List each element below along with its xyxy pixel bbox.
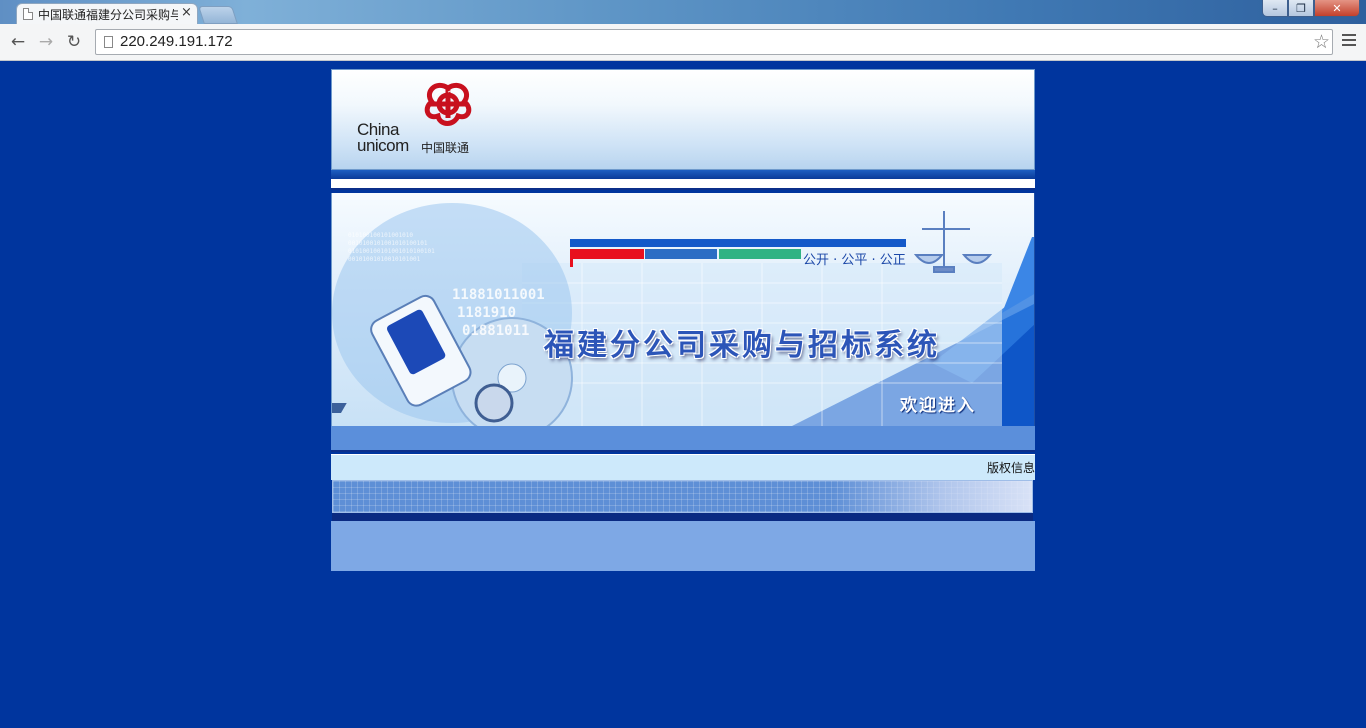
back-icon[interactable]: ← <box>8 32 28 52</box>
restore-button[interactable]: ❐ <box>1288 0 1314 17</box>
browser-menu-icon[interactable] <box>1342 34 1356 49</box>
browser-toolbar: ← → ↻ 220.249.191.172 ☆ <box>0 24 1366 61</box>
url-text[interactable]: 220.249.191.172 <box>120 33 233 50</box>
browser-tab-active[interactable]: 中国联通福建分公司采购与招标系统 × <box>16 3 198 24</box>
copyright-text: 版权信息 <box>986 461 1035 475</box>
new-tab-button[interactable] <box>198 6 238 24</box>
welcome-banner[interactable]: 010100100101001010 001010010100101010010… <box>331 193 1035 426</box>
tab-close-icon[interactable]: × <box>181 5 192 20</box>
reload-icon[interactable]: ↻ <box>64 32 84 52</box>
svg-text:11881011001: 11881011001 <box>452 287 545 303</box>
svg-text:010100100101001010100101: 010100100101001010100101 <box>348 248 435 255</box>
window-controls: – ❐ ✕ <box>1262 0 1360 18</box>
page-icon <box>23 8 33 20</box>
tab-title: 中国联通福建分公司采购与招标系统 <box>38 8 178 22</box>
logo-text-chinese: 中国联通 <box>421 141 470 155</box>
svg-text:1181910: 1181910 <box>457 305 516 321</box>
enter-link[interactable]: 欢迎进入 <box>900 391 976 416</box>
footer-pattern <box>332 480 1033 513</box>
bookmark-star-icon[interactable]: ☆ <box>1313 31 1330 53</box>
window-titlebar: 中国联通福建分公司采购与招标系统 × – ❐ ✕ <box>0 0 1366 24</box>
banner-slogan: 公开 · 公平 · 公正 <box>803 253 906 268</box>
svg-text:01881011: 01881011 <box>462 323 529 339</box>
svg-text:00101001010010101001: 00101001010010101001 <box>348 256 421 263</box>
footer-divider-band <box>332 513 1033 521</box>
banner-bottom-band <box>331 426 1035 452</box>
portal-page: China unicom 中国联通 010100100101001010 001… <box>331 69 1035 571</box>
minimize-button[interactable]: – <box>1262 0 1288 17</box>
logo-text-unicom: unicom <box>357 136 409 155</box>
svg-text:0010100101001010100101: 0010100101001010100101 <box>348 240 428 247</box>
header-spacer-band <box>331 179 1035 190</box>
header-divider-band <box>331 170 1035 179</box>
forward-icon[interactable]: → <box>36 32 56 52</box>
close-window-button[interactable]: ✕ <box>1314 0 1360 17</box>
copyright-bar: 版权信息 <box>331 454 1035 480</box>
unicom-knot-logo-icon <box>424 82 472 126</box>
svg-text:010100100101001010: 010100100101001010 <box>348 232 413 239</box>
banner-title: 福建分公司采购与招标系统 <box>544 328 940 363</box>
page-icon <box>104 36 113 48</box>
address-bar[interactable]: 220.249.191.172 ☆ <box>95 29 1333 55</box>
footer-area <box>331 521 1035 571</box>
site-header: China unicom 中国联通 <box>331 69 1035 170</box>
